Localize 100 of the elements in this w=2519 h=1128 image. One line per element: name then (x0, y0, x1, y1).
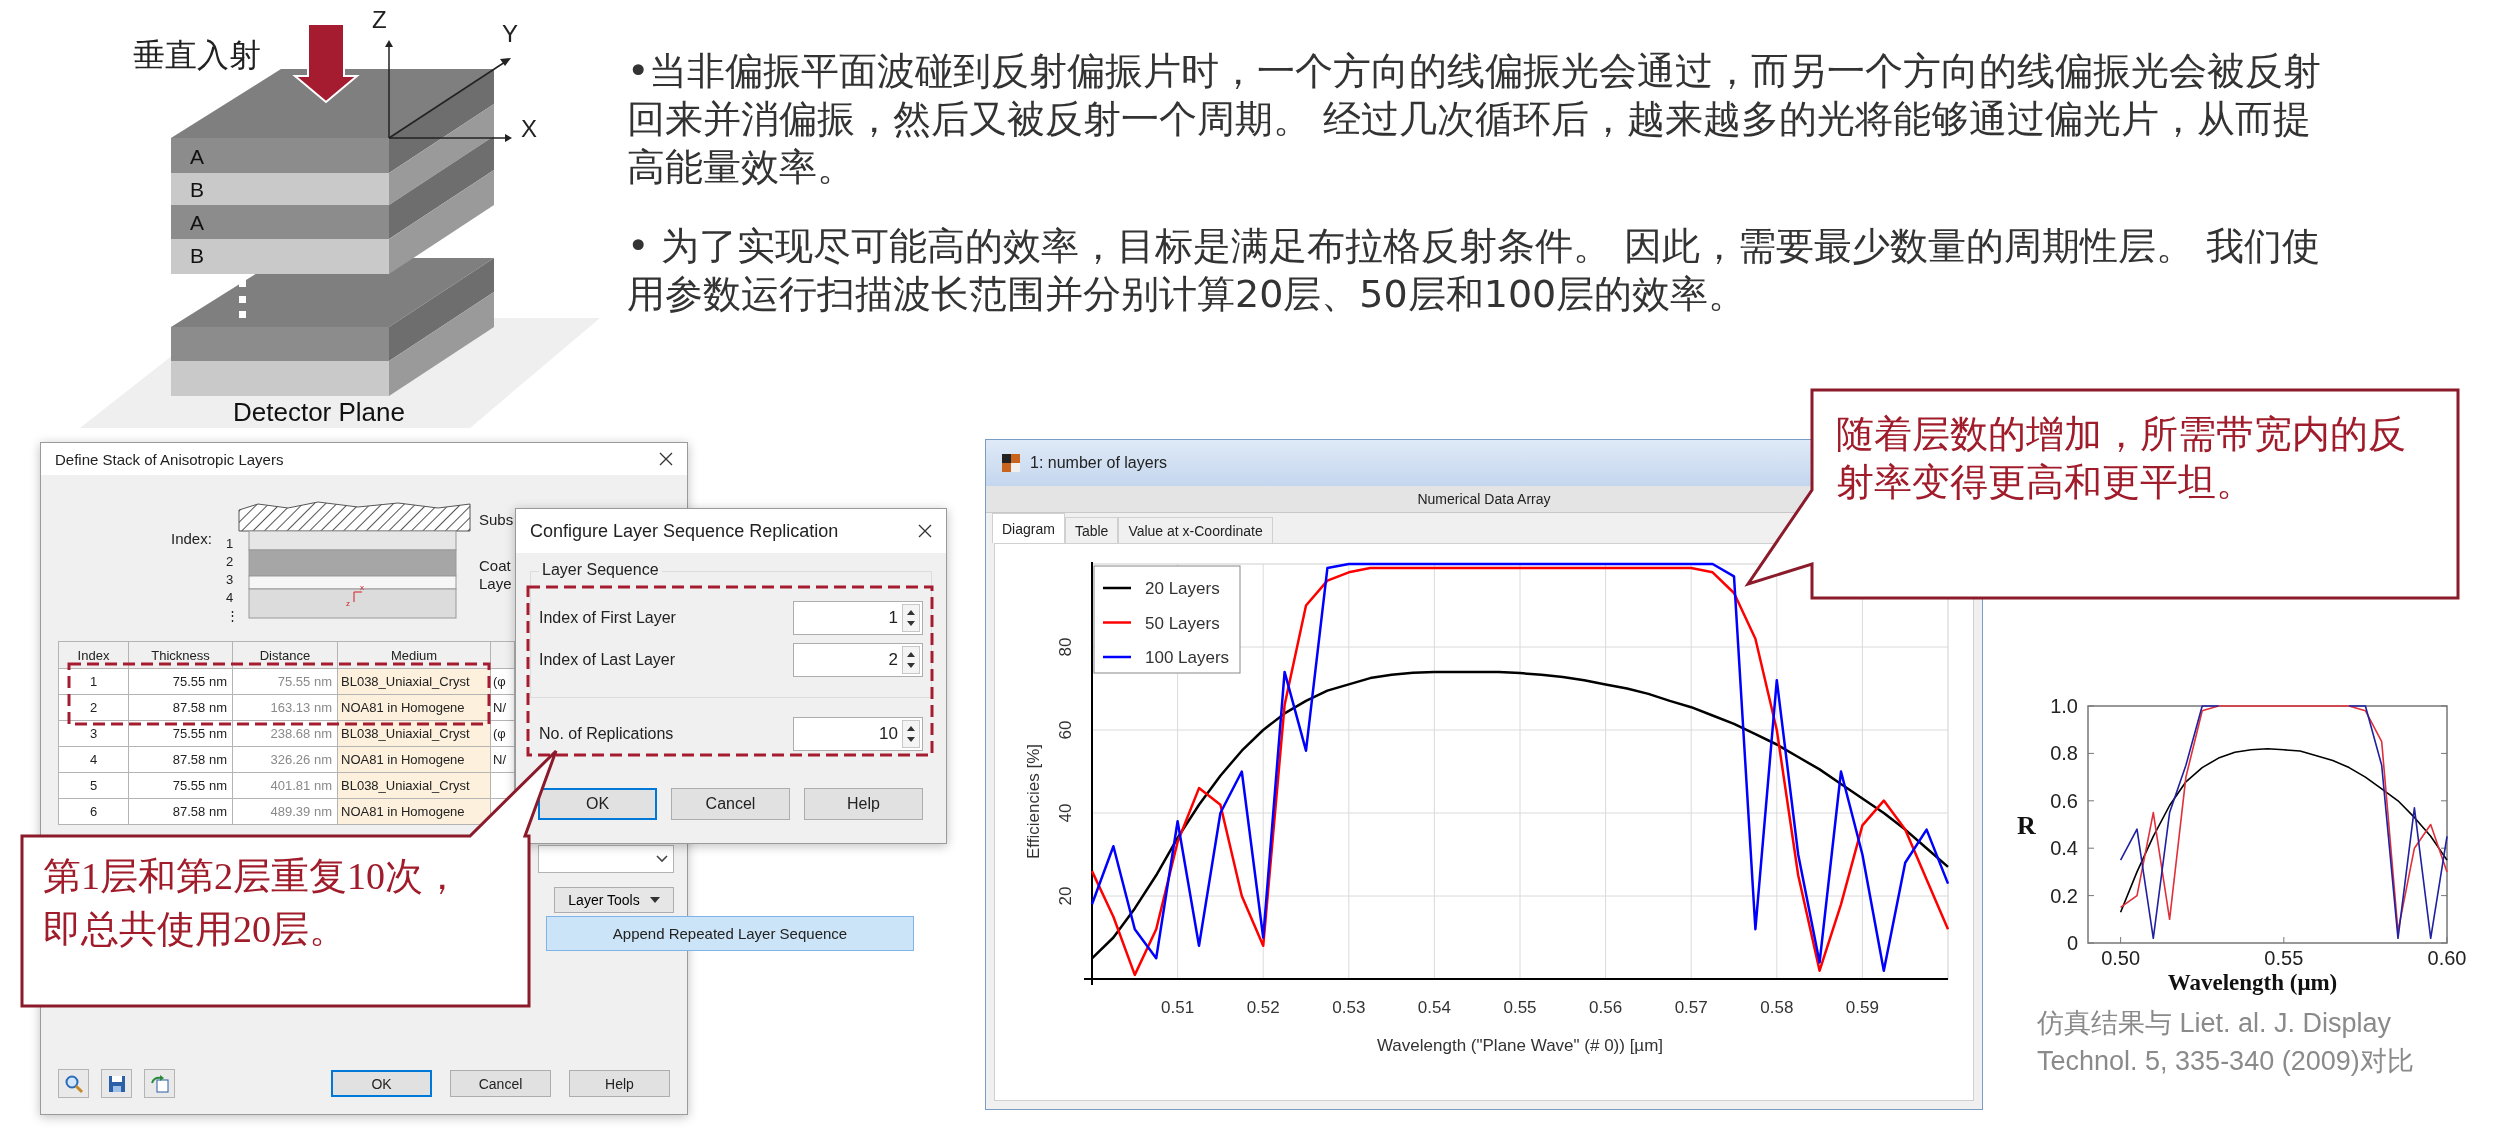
document-arrow-icon (149, 1073, 170, 1094)
dialog-button[interactable]: OK (538, 788, 657, 820)
layer-side-label: Coat (479, 557, 511, 575)
dialog-button[interactable]: Cancel (450, 1070, 551, 1097)
close-icon[interactable] (659, 452, 673, 466)
dialog-button[interactable]: OK (331, 1070, 432, 1097)
table-cell: NOA81 in Homogene (337, 746, 491, 773)
field-label: No. of Replications (539, 725, 674, 743)
export-button[interactable] (144, 1069, 175, 1098)
tick-label: 0 (2066, 932, 2078, 954)
spin-field[interactable]: 10 (793, 717, 923, 751)
bullet-text: • 为了实现尽可能高的效率，目标是满足布拉格反射条件。 因此，需要最少数量的周期性层。 我们使用参数运行扫描波长范围并分别计算20层、50层和100层的效率。 (627, 223, 2321, 318)
axis-label: Wavelength (μm) (2167, 970, 2338, 995)
index-number: 1 (226, 535, 235, 553)
save-button[interactable] (101, 1069, 132, 1098)
panel-header: Numerical Data Array (1417, 491, 1551, 507)
axis-label: z (346, 599, 350, 608)
table-cell: 2 (58, 694, 129, 721)
tick-label: 0.57 (1674, 998, 1708, 1017)
index-number: 3 (226, 571, 235, 589)
layer-label: A (190, 145, 204, 168)
layer-side-label: Laye (479, 575, 512, 593)
dialog-title: Define Stack of Anisotropic Layers (55, 450, 284, 468)
dropdown-field[interactable] (538, 845, 674, 873)
layer-label: B (190, 178, 204, 201)
table-cell: BL038_Uniaxial_Cryst (337, 668, 491, 695)
tick-label: 0.55 (2264, 947, 2304, 969)
table-cell: 238.68 nm (232, 720, 338, 747)
tick-label: 0.2 (2050, 884, 2078, 907)
index-number: ⋮ (226, 607, 239, 625)
spinner-icon[interactable] (902, 720, 920, 748)
layer-side-label: Subs (479, 511, 514, 529)
table-cell: N/ (490, 694, 515, 721)
tab[interactable]: Table (1064, 517, 1119, 543)
tick-label: 40 (1056, 803, 1075, 823)
tick-label: 0.58 (1760, 998, 1794, 1017)
layer-tools-button[interactable]: Layer Tools (554, 887, 674, 913)
incidence-label: 垂直入射 (133, 37, 261, 73)
index-label: Index: (171, 530, 212, 547)
table-cell: NOA81 in Homogene (337, 798, 491, 825)
caret-icon (649, 897, 660, 903)
tick-label: 0.56 (1589, 998, 1623, 1017)
dialog-button[interactable]: Help (804, 788, 923, 820)
caption-text: 仿真结果与 Liet. al. J. Display Technol. 5, 335-340 (2009)对比 (2037, 1007, 2415, 1078)
table-cell: 163.13 nm (232, 694, 338, 721)
table-cell: 87.58 nm (128, 694, 233, 721)
tick-label: 1.0 (2050, 695, 2078, 717)
axis-label: Y (502, 20, 518, 47)
table-cell: (φ (490, 668, 515, 695)
axis-label: X (521, 115, 537, 142)
table-cell: 401.81 nm (232, 772, 338, 799)
table-cell: 4 (58, 746, 129, 773)
field-label: Index of Last Layer (539, 651, 676, 669)
axis-label: Z (372, 6, 387, 33)
dialog-title: Configure Layer Sequence Replication (530, 520, 839, 542)
spin-field[interactable]: 2 (793, 643, 923, 677)
spinner-icon[interactable] (902, 604, 920, 632)
table-cell: 87.58 nm (128, 746, 233, 773)
menu-item[interactable]: Append Repeated Layer Sequence (546, 916, 914, 951)
tick-label: 0.8 (2050, 742, 2078, 765)
tick-label: 0.54 (1417, 998, 1451, 1017)
dialog-button[interactable]: Cancel (671, 788, 790, 820)
axis-label: x (360, 583, 364, 592)
close-icon[interactable] (918, 524, 932, 538)
dialog-button[interactable]: Help (569, 1070, 670, 1097)
index-number: 4 (226, 589, 235, 607)
tick-label: 0.55 (1503, 998, 1537, 1017)
axis-label: Wavelength ("Plane Wave" (# 0)) [µm] (1376, 1036, 1664, 1055)
table-cell: 75.55 nm (232, 668, 338, 695)
column-header: Index (58, 641, 129, 669)
table-cell: 87.58 nm (128, 798, 233, 825)
search-button[interactable] (58, 1069, 89, 1098)
layer-label: B (190, 244, 204, 267)
tab[interactable]: Value at x-Coordinate (1118, 517, 1273, 543)
table-cell: NOA81 in Homogene (337, 694, 491, 721)
bullet-text: •当非偏振平面波碰到反射偏振片时，一个方向的线偏振光会通过，而另一个方向的线偏振光会被反射回来并消偏振，然后又被反射一个周期。 经过几次循环后，越来越多的光将能够通过偏光片，从而提高能量效率。 (627, 48, 2323, 191)
tick-label: 60 (1056, 720, 1075, 740)
tick-label: 0.52 (1246, 998, 1280, 1017)
spinner-icon[interactable] (902, 646, 920, 674)
table-cell: BL038_Uniaxial_Cryst (337, 772, 491, 799)
legend-label: 100 Layers (1145, 648, 1230, 667)
table-cell: (φ (490, 720, 515, 747)
group-label: Layer Sequence (539, 561, 662, 579)
table-cell: 326.26 nm (232, 746, 338, 773)
field-label: Index of First Layer (539, 609, 676, 627)
legend-label: 50 Layers (1145, 613, 1220, 633)
tick-label: 0.51 (1161, 998, 1195, 1017)
table-cell: 75.55 nm (128, 772, 233, 799)
table-cell: N/ (490, 746, 515, 773)
tick-label: 0.60 (2427, 947, 2467, 969)
tick-label: 0.59 (1845, 998, 1879, 1017)
chevron-icon (655, 854, 669, 864)
table-cell: 5 (58, 772, 129, 799)
checkered-icon (1002, 454, 1020, 472)
tab[interactable]: Diagram (992, 513, 1065, 543)
tick-label: 20 (1056, 886, 1075, 906)
callout-text: 随着层数的增加，所需带宽内的反射率变得更高和更平坦。 (1836, 412, 2407, 505)
spin-field[interactable]: 1 (793, 601, 923, 635)
table-cell: 75.55 nm (128, 720, 233, 747)
table-cell: 6 (58, 798, 129, 825)
